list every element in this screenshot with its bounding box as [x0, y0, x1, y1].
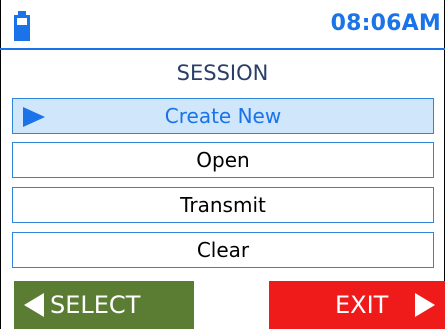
selection-arrow-icon	[23, 107, 45, 127]
clock: 08:06AM	[330, 11, 441, 36]
select-softkey[interactable]: SELECT	[14, 281, 194, 329]
menu-item-label: Clear	[196, 238, 250, 262]
status-divider	[0, 48, 445, 50]
menu-item-open[interactable]: Open	[12, 142, 434, 178]
screen-title: SESSION	[176, 61, 269, 85]
menu-item-transmit[interactable]: Transmit	[12, 187, 434, 223]
battery-icon	[14, 11, 30, 41]
triangle-left-icon	[24, 293, 44, 317]
menu-item-label: Open	[196, 148, 250, 172]
menu-item-label: Create New	[164, 104, 282, 128]
menu-item-clear[interactable]: Clear	[12, 232, 434, 268]
triangle-right-icon	[415, 293, 435, 317]
status-bar: 08:06AM	[0, 0, 445, 48]
exit-softkey-label: EXIT	[335, 291, 389, 319]
select-softkey-label: SELECT	[50, 291, 141, 319]
menu-item-create-new[interactable]: Create New	[12, 98, 434, 134]
exit-softkey[interactable]: EXIT	[269, 281, 445, 329]
menu-item-label: Transmit	[180, 193, 266, 217]
